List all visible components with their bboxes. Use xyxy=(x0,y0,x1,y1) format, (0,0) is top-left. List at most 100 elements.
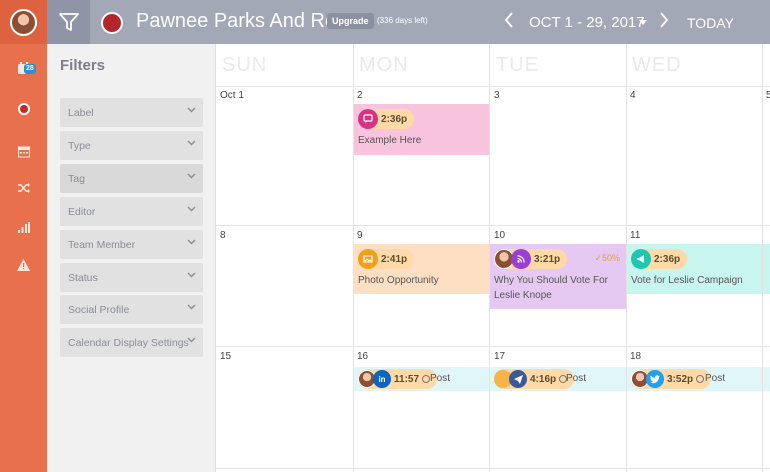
calendar-event[interactable] xyxy=(763,244,770,294)
day-number: 9 xyxy=(357,230,363,241)
filters-panel: Filters Label Type Tag Editor Team Membe… xyxy=(47,44,216,472)
filter-icon xyxy=(58,13,79,31)
event-time: 3:21p xyxy=(534,253,561,265)
weekday-header: TUE xyxy=(496,54,539,76)
filters-title: Filters xyxy=(60,57,106,74)
event-label: Post xyxy=(705,373,726,384)
filter-team-member[interactable]: Team Member xyxy=(60,230,203,259)
approval-progress-value: 50% xyxy=(601,253,620,263)
calendar-event[interactable]: 4:16p Post xyxy=(490,367,626,391)
event-time-pill: 3:21p xyxy=(494,249,568,269)
event-title: Example Here xyxy=(358,135,422,146)
calendar-event[interactable]: 2:41p Photo Opportunity xyxy=(354,244,489,294)
chevron-down-icon xyxy=(187,239,196,245)
list-calendar-icon[interactable] xyxy=(0,140,47,164)
app-root: 28 Pawnee Parks And Rec Upgrade (336 day… xyxy=(0,0,770,472)
chevron-right-icon xyxy=(660,12,669,28)
chevron-left-icon xyxy=(504,12,513,28)
grid-divider xyxy=(216,346,770,347)
calendar-event[interactable]: 2:36p Example Here xyxy=(354,104,489,155)
filter-label-text: Tag xyxy=(68,172,85,185)
event-title: Photo Opportunity xyxy=(358,275,439,286)
event-time-pill: 2:36p xyxy=(631,249,688,269)
check-icon: ✓ xyxy=(594,253,602,263)
grid-divider xyxy=(216,86,770,87)
previous-range-button[interactable] xyxy=(504,12,514,31)
chevron-down-icon xyxy=(187,337,196,343)
day-number: 5 xyxy=(766,90,770,101)
event-time-pill: 2:41p xyxy=(358,249,415,269)
filter-status[interactable]: Status xyxy=(60,263,203,292)
filter-label-text: Calendar Display Settings xyxy=(68,336,189,349)
filter-calendar-display-settings[interactable]: Calendar Display Settings xyxy=(60,328,203,357)
filter-social-profile[interactable]: Social Profile xyxy=(60,295,203,324)
calendar-event[interactable]: 3:21p ✓50% Why You Should Vote For Lesli… xyxy=(490,244,626,309)
shuffle-icon[interactable] xyxy=(0,176,47,200)
filter-label-text: Status xyxy=(68,271,98,284)
record-icon[interactable] xyxy=(0,97,47,121)
brand-logo xyxy=(101,12,123,34)
date-range-selector[interactable]: OCT 1 - 29, 2017 xyxy=(529,14,645,31)
chevron-down-icon xyxy=(187,107,196,113)
chevron-down-icon xyxy=(187,272,196,278)
filter-toggle-button[interactable] xyxy=(47,0,90,44)
event-time-pill: 2:36p xyxy=(358,109,415,129)
filter-tag[interactable]: Tag xyxy=(60,164,203,193)
filter-label-text: Editor xyxy=(68,205,96,218)
today-button[interactable]: TODAY xyxy=(687,15,734,31)
event-label: Post xyxy=(430,373,451,384)
avatar xyxy=(10,8,37,36)
calendar-event[interactable] xyxy=(763,367,770,391)
day-number: 4 xyxy=(630,90,636,101)
event-time: 2:36p xyxy=(381,113,408,125)
calendar-event[interactable]: 3:52p Post xyxy=(627,367,762,391)
day-number: Oct 1 xyxy=(220,90,244,101)
weekday-header: WED xyxy=(632,54,682,76)
left-rail: 28 xyxy=(0,0,47,472)
filter-type[interactable]: Type xyxy=(60,131,203,160)
day-number: 3 xyxy=(494,90,500,101)
event-title: Why You Should Vote For Leslie Knope xyxy=(494,275,608,301)
chevron-down-icon xyxy=(187,173,196,179)
analytics-icon[interactable] xyxy=(0,215,47,239)
twitter-icon xyxy=(646,370,664,388)
chevron-down-icon xyxy=(187,140,196,146)
event-title: Vote for Leslie Campaign xyxy=(631,275,743,286)
chevron-down-icon xyxy=(187,206,196,212)
event-time: 2:41p xyxy=(381,253,408,265)
day-number: 18 xyxy=(630,351,642,362)
day-number: 11 xyxy=(630,230,641,241)
upgrade-button[interactable]: Upgrade xyxy=(327,13,374,29)
day-number: 15 xyxy=(220,351,232,362)
event-time-pill: 4:16p xyxy=(494,369,575,389)
user-avatar-button[interactable] xyxy=(0,0,47,44)
day-number: 2 xyxy=(357,90,363,101)
event-time-pill: 3:52p xyxy=(631,369,712,389)
day-number: 16 xyxy=(357,351,369,362)
filter-label[interactable]: Label xyxy=(60,98,203,127)
top-header: Pawnee Parks And Rec Upgrade (336 days l… xyxy=(47,0,770,44)
caret-down-icon[interactable] xyxy=(639,17,647,27)
next-range-button[interactable] xyxy=(659,12,669,31)
megaphone-icon xyxy=(631,249,651,269)
weekday-header: MON xyxy=(359,54,409,76)
grid-divider xyxy=(216,225,770,226)
days-left-text: (336 days left) xyxy=(377,16,428,25)
event-time: 2:36p xyxy=(654,253,681,265)
filter-label-text: Team Member xyxy=(68,238,136,251)
day-number: 8 xyxy=(220,230,226,241)
event-time-pill: in 11:57 xyxy=(358,369,438,389)
calendar-event[interactable]: in 11:57 Post xyxy=(354,367,489,391)
alert-icon[interactable] xyxy=(0,253,47,277)
brand-name: Pawnee Parks And Rec xyxy=(136,10,347,32)
filter-label-text: Social Profile xyxy=(68,303,130,316)
message-icon xyxy=(358,109,378,129)
rss-icon xyxy=(511,249,531,269)
filter-editor[interactable]: Editor xyxy=(60,197,203,226)
event-time: 3:52p xyxy=(667,373,694,385)
filter-label-text: Type xyxy=(68,139,91,152)
calendar-event[interactable]: 2:36p Vote for Leslie Campaign xyxy=(627,244,762,294)
event-label: Post xyxy=(566,373,587,384)
day-number: 17 xyxy=(494,351,506,362)
linkedin-icon: in xyxy=(373,370,391,388)
